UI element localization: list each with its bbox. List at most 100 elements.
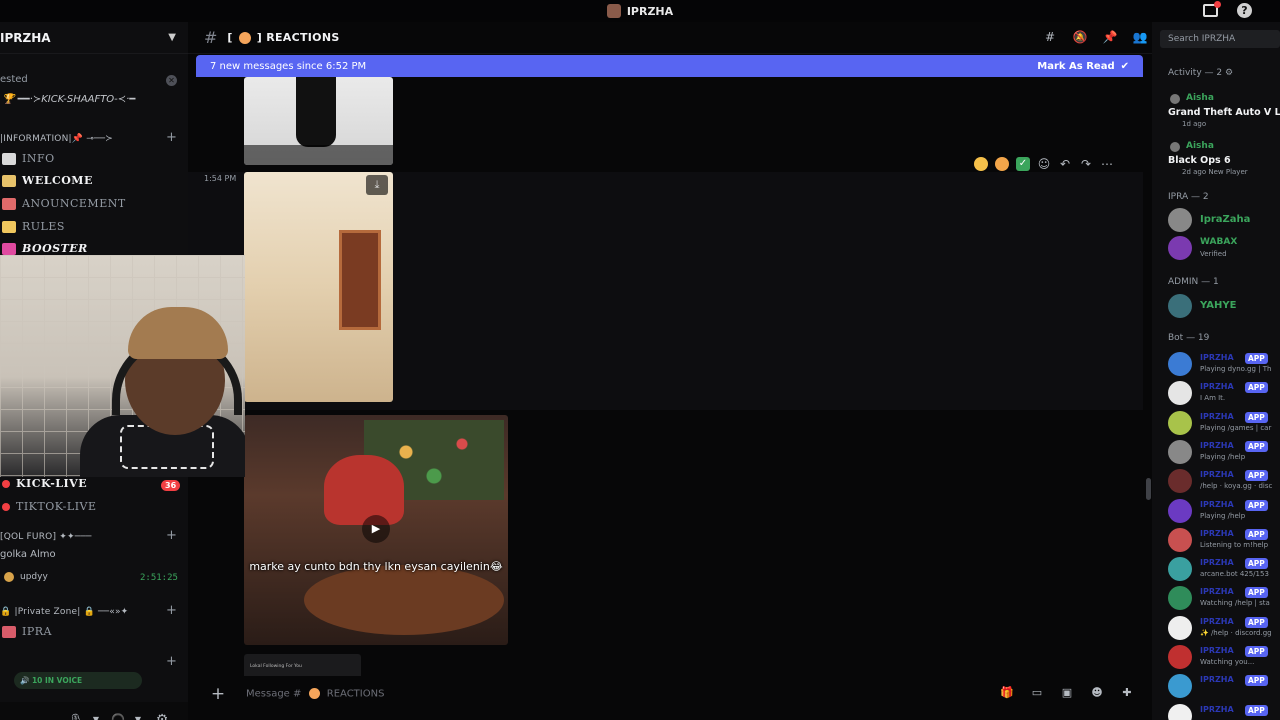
sticker-icon[interactable]: ▣	[1059, 686, 1075, 700]
members-icon[interactable]: 👥	[1130, 30, 1150, 46]
bot-name[interactable]: IPRZHA	[1200, 353, 1242, 362]
activity-user[interactable]: Aisha	[1186, 93, 1214, 103]
app-badge: APP	[1245, 440, 1268, 452]
notification-bell-icon[interactable]: 🔕	[1070, 30, 1090, 46]
add-attachment-icon[interactable]: +	[206, 684, 230, 704]
boost-icon	[2, 242, 16, 255]
event-item[interactable]: 🏆 ━━·≻KICK-SHAAFTO-≺·━	[2, 94, 135, 105]
add-channel-icon[interactable]: +	[166, 130, 177, 145]
bot-avatar[interactable]	[1168, 615, 1192, 640]
bot-avatar[interactable]	[1168, 439, 1192, 464]
voice-status[interactable]: 🔊 10 IN VOICE	[14, 672, 142, 689]
app-badge: APP	[1245, 411, 1268, 423]
category-private[interactable]: 🔒 |Private Zone| 🔒 ──«»✦	[0, 607, 128, 617]
bot-avatar[interactable]	[1168, 352, 1192, 376]
channel-ipra[interactable]: IPRA	[2, 625, 52, 638]
bot-avatar[interactable]	[1168, 469, 1192, 494]
bot-name[interactable]: IPRZHA	[1200, 675, 1242, 684]
voice-user[interactable]: updyy	[4, 572, 48, 582]
avatar[interactable]	[1168, 294, 1192, 318]
play-icon[interactable]: ▶	[362, 515, 390, 543]
channel-welcome[interactable]: WELCOME	[2, 174, 93, 187]
bot-avatar[interactable]	[1168, 645, 1192, 669]
video-attachment[interactable]: Lokal Following For You	[244, 654, 361, 676]
activity-user[interactable]: Aisha	[1186, 141, 1214, 151]
bot-avatar[interactable]	[1168, 381, 1192, 406]
video-attachment[interactable]	[244, 77, 393, 165]
window-title: IPRZHA	[626, 4, 674, 18]
bot-avatar[interactable]	[1168, 498, 1192, 523]
avatar[interactable]	[1168, 236, 1192, 260]
smile-reaction-icon[interactable]	[995, 157, 1009, 171]
voice-user[interactable]: golka Almo	[0, 549, 56, 560]
server-header[interactable]: IPRZHA ▼	[0, 22, 188, 54]
close-icon[interactable]: ✕	[166, 75, 177, 86]
bot-name[interactable]: IPRZHA	[1200, 529, 1242, 538]
pin-icon[interactable]: 📌	[1100, 30, 1120, 46]
channel-rules[interactable]: RULES	[2, 220, 65, 233]
laugh-reaction-icon[interactable]	[974, 157, 988, 171]
bot-avatar[interactable]	[1168, 703, 1192, 720]
search-input[interactable]: Search IPRZHA	[1160, 30, 1280, 48]
bot-name[interactable]: IPRZHA	[1200, 646, 1242, 655]
avatar[interactable]	[1168, 208, 1192, 232]
bot-name[interactable]: IPRZHA	[1200, 558, 1242, 567]
message-composer[interactable]: + Message # REACTIONS 🎁 ▭ ▣ ☻ ✚	[196, 680, 1143, 708]
new-messages-bar[interactable]: 7 new messages since 6:52 PM Mark As Rea…	[196, 55, 1143, 77]
chevron-down-icon[interactable]: ▼	[130, 712, 146, 720]
bot-avatar[interactable]	[1168, 527, 1192, 552]
forward-icon[interactable]: ↷	[1079, 157, 1093, 171]
bot-name[interactable]: IPRZHA	[1200, 705, 1242, 714]
video-controls[interactable]	[244, 145, 393, 165]
headphones-icon[interactable]: 🎧	[110, 712, 126, 720]
channel-kick-live[interactable]: KICK-LIVE	[2, 477, 87, 490]
channel-booster[interactable]: BOOSTER	[2, 242, 88, 255]
image-attachment[interactable]	[244, 172, 393, 402]
bot-avatar[interactable]	[1168, 410, 1192, 435]
bot-name[interactable]: IPRZHA	[1200, 412, 1242, 421]
reply-icon[interactable]: ↶	[1058, 157, 1072, 171]
composer-placeholder[interactable]: Message # REACTIONS	[246, 688, 384, 700]
bot-status: Watching /help | sta	[1200, 599, 1270, 608]
inbox-icon[interactable]	[1203, 1, 1221, 17]
threads-icon[interactable]: #	[1040, 30, 1060, 46]
bot-name[interactable]: IPRZHA	[1200, 382, 1242, 391]
channel-info[interactable]: INFO	[2, 152, 55, 165]
emoji-icon[interactable]: ☻	[1089, 686, 1105, 700]
bot-name[interactable]: IPRZHA	[1200, 587, 1242, 596]
bot-status: /help · koya.gg · disc	[1200, 482, 1273, 491]
channel-announcement[interactable]: ANOUNCEMENT	[2, 197, 126, 210]
member-list: Search IPRZHA Activity — 2 ⚙ Aisha Grand…	[1152, 22, 1280, 720]
add-channel-icon[interactable]: +	[166, 603, 177, 618]
channel-tiktok-live[interactable]: TIKTOK-LIVE	[2, 500, 97, 513]
chevron-down-icon[interactable]: ▼	[88, 712, 104, 720]
category-information[interactable]: |INFORMATION|📌 ⊸──≻	[0, 134, 113, 144]
gif-icon[interactable]: ▭	[1029, 686, 1045, 700]
add-channel-icon[interactable]: +	[166, 654, 177, 669]
member-name[interactable]: WABAX	[1200, 237, 1237, 247]
mark-as-read-button[interactable]: Mark As Read ✔	[1037, 61, 1129, 72]
bot-name[interactable]: IPRZHA	[1200, 500, 1242, 509]
member-name[interactable]: YAHYE	[1200, 300, 1236, 311]
more-icon[interactable]: ⋯	[1100, 157, 1114, 171]
category-qol[interactable]: [QOL FURO] ✦✦───	[0, 532, 92, 542]
microphone-icon[interactable]: 🎙	[68, 712, 84, 720]
bot-avatar[interactable]	[1168, 586, 1192, 611]
chat-scrollbar[interactable]	[1146, 478, 1151, 500]
chevron-down-icon[interactable]: ▼	[168, 32, 176, 43]
check-reaction-icon[interactable]: ✓	[1016, 157, 1030, 171]
video-attachment[interactable]: ▶ marke ay cunto bdn thy lkn eysan cayil…	[244, 415, 508, 645]
help-icon[interactable]: ?	[1237, 3, 1252, 18]
add-reaction-icon[interactable]: ☺	[1037, 157, 1051, 171]
bot-name[interactable]: IPRZHA	[1200, 617, 1242, 626]
gear-icon[interactable]: ⚙	[154, 712, 170, 720]
bot-name[interactable]: IPRZHA	[1200, 441, 1242, 450]
gift-icon[interactable]: 🎁	[999, 686, 1015, 700]
apps-icon[interactable]: ✚	[1119, 686, 1135, 700]
bot-name[interactable]: IPRZHA	[1200, 470, 1242, 479]
add-channel-icon[interactable]: +	[166, 528, 177, 543]
bot-avatar[interactable]	[1168, 557, 1192, 582]
bot-avatar[interactable]	[1168, 674, 1192, 699]
member-name[interactable]: IpraZaha	[1200, 214, 1250, 225]
download-icon[interactable]: ⤓	[366, 175, 388, 195]
